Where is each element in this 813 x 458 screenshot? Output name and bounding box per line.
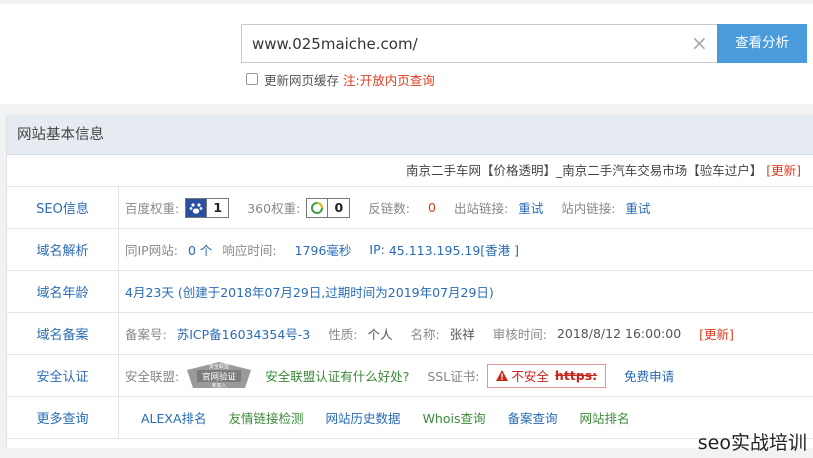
ssl-status-badge[interactable]: 不安全 https: — [487, 363, 607, 388]
ssl-free-apply-link[interactable]: 免费申请 — [624, 366, 674, 385]
dns-label[interactable]: 域名解析 — [7, 229, 119, 270]
ssl-warning-text: 不安全 — [511, 369, 549, 384]
icp-nature-label: 性质: — [328, 327, 358, 342]
whois-query-link[interactable]: Whois查询 — [423, 408, 486, 427]
open-inner-page-link[interactable]: 开放内页查询 — [360, 70, 435, 89]
alliance-label: 安全联盟: — [125, 369, 180, 384]
icp-nature-value: 个人 — [367, 327, 393, 342]
warning-icon — [496, 370, 509, 381]
domain-age-label[interactable]: 域名年龄 — [7, 271, 119, 312]
watermark-text: seo实战培训 — [697, 432, 807, 454]
alliance-seal-icon[interactable]: 安全联盟 官网验证 未加入 — [183, 360, 255, 392]
more-queries-label[interactable]: 更多查询 — [7, 397, 119, 438]
icp-audit-value: 2018/8/12 16:00:00 — [556, 326, 682, 341]
icp-audit-label: 审核时间: — [492, 327, 547, 342]
close-icon[interactable]: × — [691, 33, 708, 53]
seo-label[interactable]: SEO信息 — [7, 187, 119, 228]
site-history-link[interactable]: 网站历史数据 — [326, 408, 401, 427]
response-time-value: 1796毫秒 — [294, 243, 352, 258]
ip-label: IP: — [369, 242, 385, 257]
refresh-cache-row: 更新网页缓存 注: 开放内页查询 — [246, 70, 435, 88]
icp-name-label: 名称: — [410, 327, 440, 342]
so360-weight-value: 0 — [327, 198, 349, 217]
baidu-weight-value: 1 — [206, 198, 228, 217]
same-ip-label: 同IP网站: — [125, 243, 178, 258]
outlinks-label: 出站链接: — [453, 201, 509, 216]
seal-bottom-text: 未加入 — [212, 382, 227, 389]
icp-number-value[interactable]: 苏ICP备16034354号-3 — [177, 324, 311, 343]
refresh-cache-checkbox[interactable] — [246, 73, 258, 85]
refresh-cache-label[interactable]: 更新网页缓存 — [264, 70, 339, 89]
so360-weight-badge[interactable]: 0 — [306, 197, 351, 218]
baidu-weight-label: 百度权重: — [125, 201, 180, 216]
security-row: 安全认证 安全联盟: 安全联盟 官网验证 未加入 安全联盟认证有什么好处? SS… — [7, 355, 813, 397]
ip-value[interactable]: 45.113.195.19[香港 ] — [389, 240, 519, 259]
seo-row: SEO信息 百度权重: 1 360权重: 0 反链数: 0 出站链接: 重试 站… — [7, 187, 813, 229]
ssl-https-text: https: — [554, 368, 598, 383]
alexa-rank-link[interactable]: ALEXA排名 — [141, 408, 207, 427]
panel-title: 网站基本信息 — [7, 115, 813, 155]
search-area: × 查看分析 更新网页缓存 注: 开放内页查询 — [0, 4, 813, 104]
backlinks-label: 反链数: — [368, 201, 411, 216]
baidu-paw-icon — [186, 198, 207, 217]
backlinks-value[interactable]: 0 — [428, 200, 436, 215]
security-label[interactable]: 安全认证 — [7, 355, 119, 396]
icp-name-value: 张祥 — [449, 327, 475, 342]
analyze-button[interactable]: 查看分析 — [717, 24, 807, 63]
inlinks-label: 站内链接: — [561, 201, 616, 216]
icp-label[interactable]: 域名备案 — [7, 313, 119, 354]
title-update-link[interactable]: [更新] — [766, 163, 801, 178]
so360-weight-label: 360权重: — [247, 201, 301, 216]
outlinks-retry-link[interactable]: 重试 — [518, 198, 543, 217]
search-box[interactable]: × — [241, 24, 717, 63]
site-rank-link[interactable]: 网站排名 — [580, 408, 630, 427]
bottom-band — [6, 448, 813, 458]
response-time-label: 响应时间: — [222, 243, 277, 258]
icp-query-link[interactable]: 备案查询 — [507, 408, 557, 427]
seal-top-text: 安全联盟 — [209, 363, 229, 370]
note-prefix: 注: — [343, 72, 360, 88]
so360-ring-icon — [307, 199, 327, 217]
site-title-row: 南京二手车网【价格透明】_南京二手汽车交易市场【验车过户】 [更新] — [7, 155, 813, 187]
ssl-label: SSL证书: — [427, 369, 480, 384]
more-queries-row: 更多查询 ALEXA排名 友情链接检测 网站历史数据 Whois查询 备案查询 … — [7, 397, 813, 439]
domain-age-row: 域名年龄 4月23天 (创建于2018年07月29日,过期时间为2019年07月… — [7, 271, 813, 313]
seal-main-text: 官网验证 — [202, 371, 237, 382]
icp-number-label: 备案号: — [125, 327, 167, 342]
site-title: 南京二手车网【价格透明】_南京二手汽车交易市场【验车过户】 — [405, 163, 763, 178]
inlinks-retry-link[interactable]: 重试 — [625, 198, 650, 217]
domain-age-value: 4月23天 (创建于2018年07月29日,过期时间为2019年07月29日) — [125, 285, 494, 300]
friend-link-check-link[interactable]: 友情链接检测 — [229, 408, 304, 427]
search-input[interactable] — [252, 25, 682, 62]
baidu-weight-badge[interactable]: 1 — [185, 197, 230, 218]
same-ip-value[interactable]: 0 个 — [188, 240, 212, 259]
icp-update-link[interactable]: [更新] — [699, 324, 734, 343]
dns-row: 域名解析 同IP网站: 0 个 响应时间: 1796毫秒 IP: 45.113.… — [7, 229, 813, 271]
icp-row: 域名备案 备案号: 苏ICP备16034354号-3 性质: 个人 名称: 张祥… — [7, 313, 813, 355]
site-info-panel: 网站基本信息 南京二手车网【价格透明】_南京二手汽车交易市场【验车过户】 [更新… — [6, 115, 813, 458]
alliance-benefit-link[interactable]: 安全联盟认证有什么好处? — [265, 366, 409, 385]
